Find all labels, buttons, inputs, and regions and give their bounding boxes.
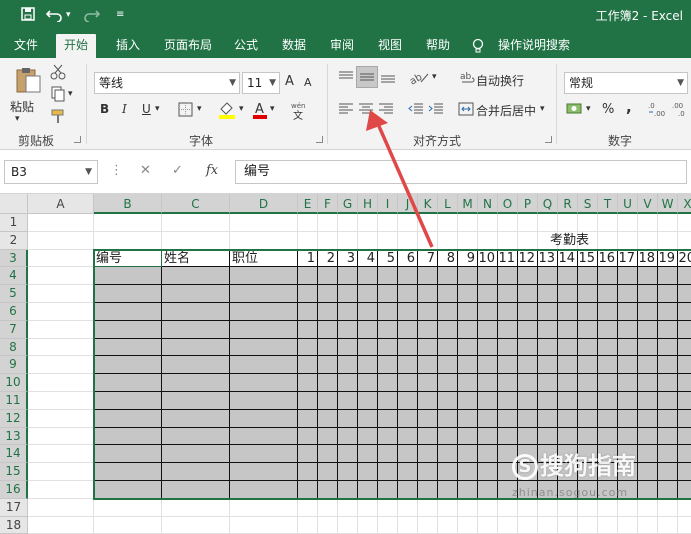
annotation-arrow-head	[366, 110, 388, 131]
watermark-s-icon: S	[512, 454, 538, 480]
watermark-logo: S 搜狗指南	[512, 446, 636, 481]
annotation-arrow-shaft	[376, 123, 434, 248]
watermark-url: zhinan.sogou.com	[512, 486, 629, 499]
